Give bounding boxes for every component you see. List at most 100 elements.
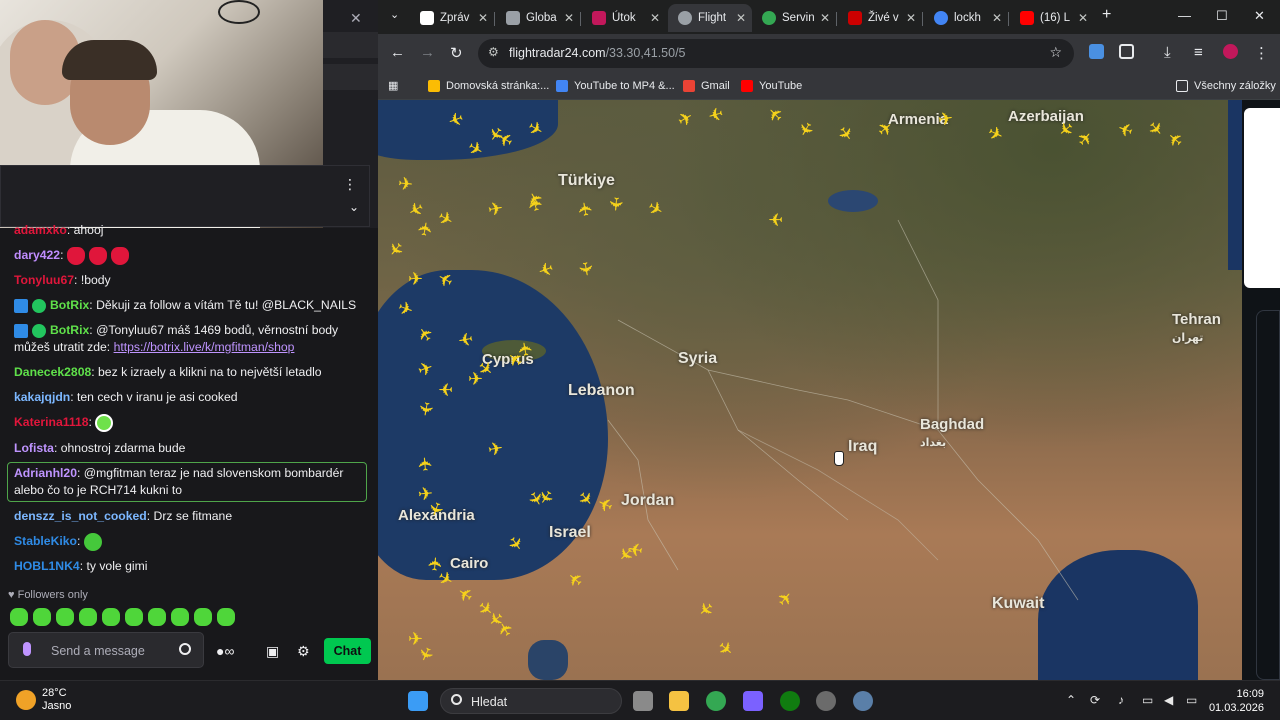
new-tab-icon[interactable]: +: [1102, 6, 1111, 24]
tab-close-icon[interactable]: ✕: [820, 4, 830, 32]
back-icon[interactable]: ←: [390, 44, 405, 61]
aircraft-icon[interactable]: ✈: [486, 198, 504, 220]
chat-username[interactable]: Lofista: [14, 441, 54, 455]
xbox-icon[interactable]: [780, 691, 800, 711]
tab-search-icon[interactable]: ⌄: [390, 8, 399, 21]
chevron-down-icon[interactable]: ⌄: [349, 200, 359, 214]
aircraft-icon[interactable]: ✈: [514, 340, 536, 358]
extensions-puzzle-icon[interactable]: [1119, 44, 1134, 59]
weather-widget[interactable]: 28°C Jasno: [16, 687, 71, 713]
aircraft-icon[interactable]: ✈: [414, 220, 436, 238]
flight-map[interactable]: Türkiye Syria Lebanon Iraq Baghdad بغداد…: [378, 100, 1242, 680]
all-bookmarks[interactable]: Všechny záložky: [1176, 77, 1276, 95]
aircraft-icon[interactable]: ✈: [486, 438, 504, 460]
clock[interactable]: 16:09 01.03.2026: [1209, 687, 1264, 715]
tab[interactable]: Zpráv ✕: [410, 4, 494, 32]
aircraft-icon[interactable]: ✈: [456, 328, 474, 350]
aircraft-icon[interactable]: ✈: [936, 108, 954, 130]
app-icon[interactable]: [816, 691, 836, 711]
aircraft-icon[interactable]: ✈: [397, 173, 414, 194]
download-icon[interactable]: ⤓: [1164, 44, 1171, 61]
aircraft-icon[interactable]: ✈: [574, 200, 596, 218]
media-icon[interactable]: ≡: [1194, 44, 1203, 61]
tab[interactable]: lockh ✕: [924, 4, 1008, 32]
points-icon[interactable]: ●∞: [216, 643, 234, 659]
bookmark-item[interactable]: Gmail: [683, 77, 730, 95]
tab-close-icon[interactable]: ✕: [650, 4, 660, 32]
aircraft-icon[interactable]: ✈: [408, 270, 423, 288]
emote-icon[interactable]: [10, 608, 28, 626]
info-card-lower[interactable]: [1256, 310, 1280, 680]
volume-icon[interactable]: ◀: [1164, 693, 1173, 707]
maximize-icon[interactable]: ☐: [1216, 8, 1228, 24]
aircraft-icon[interactable]: ✈: [414, 400, 436, 418]
emote-icon[interactable]: [148, 608, 166, 626]
bookmark-item[interactable]: Domovská stránka:...: [428, 77, 549, 95]
emote-icon[interactable]: [102, 608, 120, 626]
emote-icon[interactable]: [194, 608, 212, 626]
file-explorer-icon[interactable]: [669, 691, 689, 711]
chat-username[interactable]: dary422: [14, 248, 60, 262]
mic-tray-icon[interactable]: ♪: [1118, 693, 1124, 707]
aircraft-icon[interactable]: ✈: [626, 538, 644, 560]
more-options-icon[interactable]: ⋮: [343, 176, 357, 193]
tab[interactable]: Útok ✕: [582, 4, 666, 32]
bookmark-star-icon[interactable]: ☆: [1049, 44, 1062, 61]
chat-username[interactable]: kakajqjdn: [14, 390, 70, 404]
emote-icon[interactable]: [171, 608, 189, 626]
emote-icon[interactable]: [56, 608, 74, 626]
forward-icon[interactable]: →: [420, 44, 435, 61]
address-bar[interactable]: ⚙ flightradar24.com/33.30,41.50/5 ☆: [478, 39, 1074, 68]
tab-close-icon[interactable]: ✕: [992, 4, 1002, 32]
close-icon[interactable]: ✕: [350, 10, 362, 27]
reload-icon[interactable]: ↻: [450, 44, 463, 62]
chat-link[interactable]: https://botrix.live/k/mgfitman/shop: [114, 340, 295, 354]
tab-close-icon[interactable]: ✕: [906, 4, 916, 32]
aircraft-icon[interactable]: ✈: [415, 456, 436, 473]
mic-icon[interactable]: [23, 642, 31, 656]
settings-icon[interactable]: ⚙: [297, 643, 310, 660]
emote-icon[interactable]: [125, 608, 143, 626]
profile-avatar[interactable]: [1223, 44, 1238, 59]
info-card[interactable]: [1244, 108, 1280, 288]
show-hidden-icons[interactable]: ⌃: [1066, 693, 1076, 707]
tab[interactable]: (16) L ✕: [1010, 4, 1094, 32]
aircraft-icon[interactable]: ✈: [574, 260, 596, 278]
minimize-icon[interactable]: —: [1178, 8, 1191, 23]
tab-active[interactable]: Flight ✕: [668, 4, 752, 32]
battery-icon[interactable]: ▭: [1186, 693, 1197, 707]
tab[interactable]: Globa ✕: [496, 4, 580, 32]
chat-username[interactable]: Katerina1118: [14, 415, 89, 429]
network-icon[interactable]: ▭: [1142, 693, 1153, 707]
tab-close-icon[interactable]: ✕: [736, 4, 746, 32]
task-view-icon[interactable]: [633, 691, 653, 711]
extension-icon[interactable]: [1089, 44, 1104, 59]
taskbar-search[interactable]: Hledat: [440, 688, 622, 714]
tab-close-icon[interactable]: ✕: [1078, 4, 1088, 32]
chrome-icon[interactable]: [706, 691, 726, 711]
aircraft-icon[interactable]: ✈: [468, 370, 483, 388]
tab-close-icon[interactable]: ✕: [564, 4, 574, 32]
emote-icon[interactable]: [217, 608, 235, 626]
site-info-icon[interactable]: ⚙: [488, 45, 499, 59]
chat-username[interactable]: HOBL1NK4: [14, 559, 80, 573]
chat-username[interactable]: BotRix: [50, 323, 89, 337]
chat-username[interactable]: Danecek2808: [14, 365, 91, 379]
aircraft-icon[interactable]: ✈: [768, 209, 783, 229]
aircraft-icon[interactable]: ✈: [438, 379, 453, 399]
apps-icon[interactable]: ▦: [388, 77, 398, 95]
emoji-icon[interactable]: [179, 643, 191, 655]
bookmark-item[interactable]: YouTube: [741, 77, 802, 95]
close-window-icon[interactable]: ✕: [1254, 8, 1265, 24]
emote-icon[interactable]: [79, 608, 97, 626]
chat-username[interactable]: denszz_is_not_cooked: [14, 509, 147, 523]
tab-close-icon[interactable]: ✕: [478, 4, 488, 32]
menu-icon[interactable]: ⋮: [1254, 44, 1269, 62]
app-icon[interactable]: [743, 691, 763, 711]
chat-username[interactable]: StableKiko: [14, 534, 77, 548]
chat-username[interactable]: adamxko: [14, 223, 67, 237]
settings-gear-icon[interactable]: [853, 691, 873, 711]
tab[interactable]: Živé v ✕: [838, 4, 922, 32]
chat-input[interactable]: Send a message: [8, 632, 204, 668]
chat-username[interactable]: BotRix: [50, 298, 89, 312]
